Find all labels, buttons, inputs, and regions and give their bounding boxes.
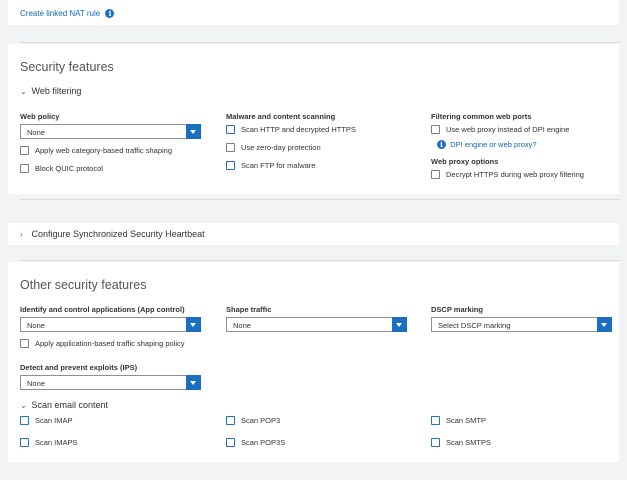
app-shaping-label: Apply application-based traffic shaping … [35,339,185,348]
chevron-down-icon: ⌄ [20,87,27,96]
proxy-options-label: Web proxy options [431,157,499,166]
dropdown-arrow-icon[interactable] [186,317,201,332]
create-nat-rule-row: Create linked NAT rule i [20,9,115,18]
divider [20,42,620,43]
other-security-title: Other security features [20,278,147,292]
scan-pop3-checkbox[interactable] [226,416,235,425]
other-security-panel [8,262,619,462]
web-filtering-toggle[interactable]: ⌄ Web filtering [20,86,81,96]
dpi-help-link[interactable]: DPI engine or web proxy? [450,140,536,149]
dscp-value: Select DSCP marking [438,321,511,330]
traffic-shaping-checkbox[interactable] [20,146,29,155]
divider [20,260,620,261]
create-nat-rule-link[interactable]: Create linked NAT rule [20,9,100,18]
dscp-label: DSCP marking [431,305,483,314]
app-shaping-checkbox[interactable] [20,339,29,348]
scan-smtps-checkbox[interactable] [431,438,440,447]
heartbeat-toggle[interactable]: › Configure Synchronized Security Heartb… [20,229,205,239]
block-quic-checkbox[interactable] [20,164,29,173]
scan-imap-checkbox[interactable] [20,416,29,425]
ips-value: None [27,379,45,388]
shape-traffic-label: Shape traffic [226,305,272,314]
app-control-select[interactable]: None [20,317,201,332]
dropdown-arrow-icon[interactable] [597,317,612,332]
ips-label: Detect and prevent exploits (IPS) [20,363,138,372]
dropdown-arrow-icon[interactable] [392,317,407,332]
dscp-select[interactable]: Select DSCP marking [431,317,612,332]
ips-select[interactable]: None [20,375,201,390]
block-quic-label: Block QUIC protocol [35,164,103,173]
zero-day-label: Use zero-day protection [241,143,321,152]
scan-imap-label: Scan IMAP [35,416,73,425]
scan-ftp-checkbox[interactable] [226,161,235,170]
info-icon: i [437,140,446,149]
scan-smtps-label: Scan SMTPS [446,438,492,447]
app-control-value: None [27,321,45,330]
web-filtering-toggle-label: Web filtering [31,86,82,96]
filtering-ports-label: Filtering common web ports [431,112,532,121]
shape-traffic-value: None [233,321,251,330]
dpi-help-row: i DPI engine or web proxy? [437,140,537,149]
info-icon[interactable]: i [105,9,115,18]
chevron-down-icon: ⌄ [20,401,27,410]
security-features-title: Security features [20,60,114,74]
scan-imaps-checkbox[interactable] [20,438,29,447]
scan-email-toggle[interactable]: ⌄ Scan email content [20,400,108,410]
app-control-label: Identify and control applications (App c… [20,305,185,314]
scan-http-label: Scan HTTP and decrypted HTTPS [241,125,356,134]
web-proxy-label: Use web proxy instead of DPI engine [446,125,570,134]
scan-ftp-label: Scan FTP for malware [241,161,316,170]
chevron-right-icon: › [20,230,23,239]
scan-smtp-checkbox[interactable] [431,416,440,425]
traffic-shaping-label: Apply web category-based traffic shaping [35,146,173,155]
web-proxy-checkbox[interactable] [431,125,440,134]
decrypt-https-label: Decrypt HTTPS during web proxy filtering [446,170,584,179]
scan-email-toggle-label: Scan email content [31,400,109,410]
dropdown-arrow-icon[interactable] [186,124,201,139]
divider [20,199,620,200]
heartbeat-toggle-label: Configure Synchronized Security Heartbea… [31,229,205,239]
scan-http-checkbox[interactable] [226,125,235,134]
web-policy-label: Web policy [20,112,60,121]
zero-day-checkbox[interactable] [226,143,235,152]
web-policy-select[interactable]: None [20,124,201,139]
shape-traffic-select[interactable]: None [226,317,407,332]
scan-smtp-label: Scan SMTP [446,416,487,425]
scan-pop3s-checkbox[interactable] [226,438,235,447]
scan-imaps-label: Scan IMAPS [35,438,78,447]
malware-scanning-label: Malware and content scanning [226,112,336,121]
scan-pop3s-label: Scan POP3S [241,438,286,447]
decrypt-https-checkbox[interactable] [431,170,440,179]
scan-pop3-label: Scan POP3 [241,416,281,425]
web-policy-value: None [27,128,45,137]
dropdown-arrow-icon[interactable] [186,375,201,390]
